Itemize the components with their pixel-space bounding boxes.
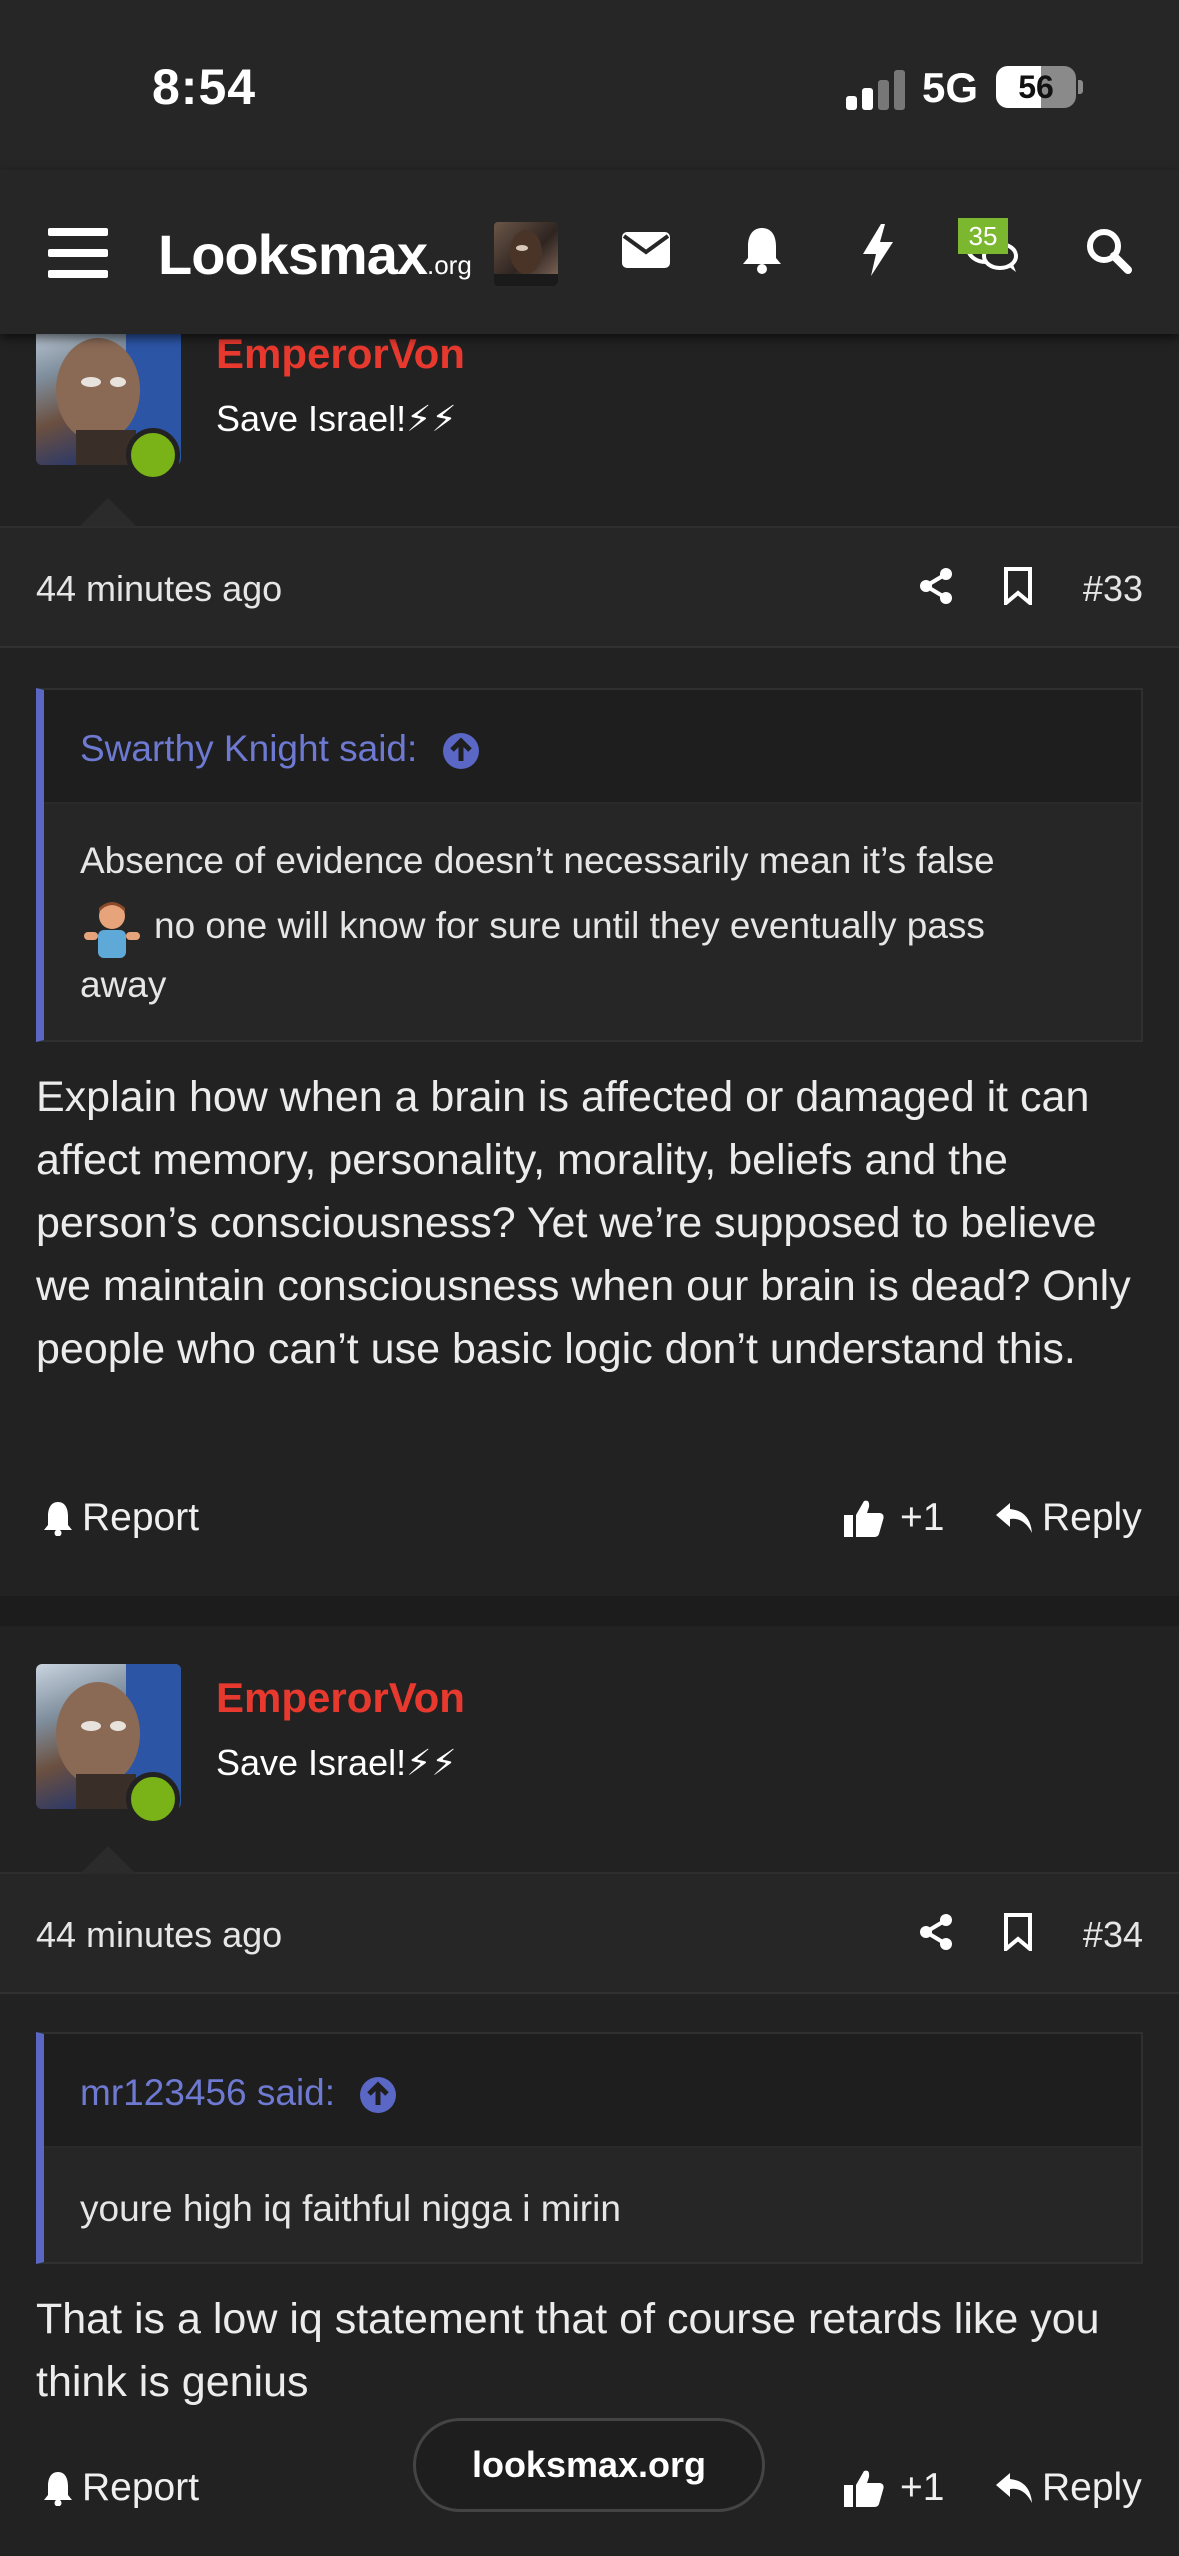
thumbs-up-icon <box>844 1500 884 1537</box>
bookmark-icon[interactable] <box>994 1908 1042 1956</box>
like-button[interactable]: +1 <box>842 1496 944 1540</box>
reply-icon <box>996 1503 1032 1533</box>
thumbs-up-icon <box>844 2470 884 2507</box>
report-button[interactable]: Report <box>42 1496 199 1540</box>
search-icon[interactable] <box>1078 220 1138 280</box>
quote-text-line-3: away <box>80 964 167 1005</box>
post-body: That is a low iq statement that of cours… <box>36 2295 1100 2406</box>
post-number[interactable]: #34 <box>1083 1914 1143 1956</box>
inbox-icon[interactable] <box>616 220 676 280</box>
bell-icon[interactable] <box>732 220 792 280</box>
logo-suffix: .org <box>427 250 472 280</box>
like-count: +1 <box>900 2466 945 2509</box>
bell-icon <box>44 1502 72 1536</box>
site-logo[interactable]: Looksmax.org <box>158 222 472 287</box>
report-label: Report <box>82 1496 200 1539</box>
author-name[interactable]: EmperorVon <box>216 1674 465 1722</box>
reply-label: Reply <box>1042 1496 1142 1539</box>
post-time[interactable]: 44 minutes ago <box>36 568 282 610</box>
browser-url-pill[interactable]: looksmax.org <box>413 2418 765 2512</box>
quote-author: mr123456 said: <box>80 2072 336 2113</box>
quote-block: Swarthy Knight said: Absence of evidence… <box>36 688 1143 1042</box>
post-number[interactable]: #33 <box>1083 568 1143 610</box>
online-status-icon <box>126 1772 180 1826</box>
reply-icon <box>996 2473 1032 2503</box>
quote-author: Swarthy Knight said: <box>80 728 418 769</box>
quote-author-link[interactable]: Swarthy Knight said: <box>80 728 480 770</box>
reply-button[interactable]: Reply <box>994 1496 1142 1540</box>
quote-author-link[interactable]: mr123456 said: <box>80 2072 397 2114</box>
post-body: Explain how when a brain is affected or … <box>36 1073 1131 1373</box>
battery-level: 56 <box>1018 69 1054 105</box>
battery-cap <box>1078 80 1083 94</box>
post-time[interactable]: 44 minutes ago <box>36 1914 282 1956</box>
conversations-badge: 35 <box>958 218 1008 254</box>
author-name[interactable]: EmperorVon <box>216 330 465 378</box>
quote-body: youre high iq faithful nigga i mirin <box>44 2148 1141 2262</box>
arrow-up-circle-icon[interactable] <box>442 732 480 770</box>
quote-block: mr123456 said: youre high iq faithful ni… <box>36 2032 1143 2264</box>
quote-header: mr123456 said: <box>44 2034 1141 2148</box>
report-label: Report <box>82 2466 200 2509</box>
online-status-icon <box>126 428 180 482</box>
status-time: 8:54 <box>152 59 257 115</box>
menu-icon[interactable] <box>48 228 108 278</box>
bookmark-icon[interactable] <box>994 562 1042 610</box>
logo-text: Looksmax <box>158 223 428 286</box>
status-bar: 8:54 5G 56 <box>0 0 1179 170</box>
signal-icon <box>846 70 906 110</box>
share-icon[interactable] <box>912 562 960 610</box>
share-icon[interactable] <box>912 1908 960 1956</box>
post-separator <box>0 1596 1179 1626</box>
reply-button[interactable]: Reply <box>994 2466 1142 2510</box>
network-type: 5G <box>922 64 979 111</box>
quote-text-line-1: Absence of evidence doesn’t necessarily … <box>80 840 995 881</box>
quote-body: Absence of evidence doesn’t necessarily … <box>44 804 1141 1040</box>
author-title: Save Israel!⚡⚡ <box>216 398 457 439</box>
like-button[interactable]: +1 <box>842 2466 944 2510</box>
battery-icon: 56 <box>996 66 1076 108</box>
author-pointer <box>80 498 136 526</box>
quote-text-line-2-row: no one will know for sure until they eve… <box>80 896 1105 960</box>
like-count: +1 <box>900 1496 945 1539</box>
author-pointer <box>80 1846 136 1874</box>
bell-icon <box>44 2472 72 2506</box>
arrow-up-circle-icon[interactable] <box>359 2076 397 2114</box>
report-button[interactable]: Report <box>42 2466 199 2510</box>
shrug-emoji-icon <box>84 902 140 958</box>
quote-text-line-1: youre high iq faithful nigga i mirin <box>80 2188 621 2229</box>
author-title: Save Israel!⚡⚡ <box>216 1742 457 1783</box>
quote-header: Swarthy Knight said: <box>44 690 1141 804</box>
post-meta-bar: 44 minutes ago #33 <box>0 528 1179 648</box>
user-avatar[interactable] <box>494 222 558 286</box>
reply-label: Reply <box>1042 2466 1142 2509</box>
lightning-icon[interactable] <box>848 220 908 280</box>
post-meta-bar: 44 minutes ago #34 <box>0 1874 1179 1994</box>
quote-text-line-2: no one will know for sure until they eve… <box>154 904 985 946</box>
